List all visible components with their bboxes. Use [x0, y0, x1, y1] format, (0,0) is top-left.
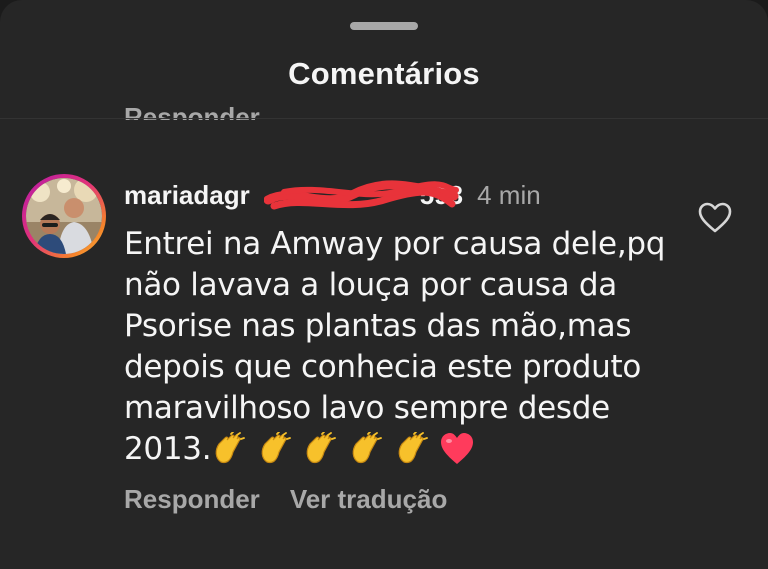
comment-line: Entrei na Amway por causa dele,pq: [124, 226, 666, 262]
comment-line: maravilhoso lavo sempre desde: [124, 390, 610, 426]
comment-last-line: 2013.: [124, 429, 684, 471]
comment-text: Entrei na Amway por causa dele,pq não la…: [124, 224, 684, 471]
header-divider: [0, 118, 768, 119]
comment-line: depois que conhecia este produto: [124, 349, 642, 385]
clapping-hands-icon: [398, 431, 428, 464]
translate-button[interactable]: Ver tradução: [290, 484, 448, 514]
clapping-hands-icon: [215, 431, 246, 464]
comment-line: Psorise nas plantas das mão,mas: [124, 308, 632, 344]
clapping-hands-icon: [261, 431, 291, 464]
username-start: mariadagr: [124, 180, 250, 210]
comments-sheet: Responder Comentários mariadagr 593 4 min: [0, 0, 768, 569]
comment-line: não lavava a louça por causa da: [124, 267, 617, 303]
avatar[interactable]: [26, 178, 102, 254]
drag-handle[interactable]: [350, 22, 418, 30]
avatar-story-ring[interactable]: [22, 174, 106, 258]
comment-actions: Responder Ver tradução: [124, 484, 447, 515]
clapping-hands-icon: [352, 431, 382, 464]
sheet-title: Comentários: [288, 56, 480, 91]
redaction-scribble: [264, 180, 459, 210]
emoji-row: [211, 430, 475, 471]
heart-outline-icon[interactable]: [698, 202, 732, 234]
red-heart-icon: [441, 433, 474, 464]
reply-button[interactable]: Responder: [124, 484, 260, 514]
clapping-hands-icon: [307, 431, 337, 464]
previous-reply-link[interactable]: Responder: [124, 98, 260, 120]
comment-time: 4 min: [477, 180, 541, 210]
comment-line-final: 2013.: [124, 431, 212, 467]
